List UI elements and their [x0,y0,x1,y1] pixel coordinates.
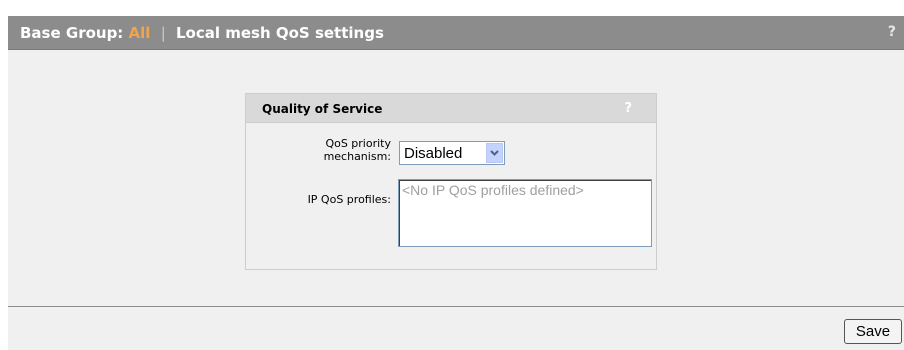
main-content: Quality of Service ? QoS priority mechan… [8,50,904,306]
ip-qos-profiles-label: IP QoS profiles: [307,193,391,206]
base-group-value[interactable]: All [129,24,151,42]
ip-qos-profiles-list[interactable]: <No IP QoS profiles defined> [398,179,652,247]
qos-priority-label-line2: mechanism: [323,150,391,163]
page-title-text: Local mesh QoS settings [175,24,384,42]
page-footer: Save [8,307,904,350]
title-separator: | [160,24,166,42]
qos-panel-title: Quality of Service [262,102,383,116]
page-frame: Base Group: All | Local mesh QoS setting… [8,8,904,350]
page-help-icon[interactable]: ? [888,24,896,40]
qos-priority-value: Disabled [404,145,463,162]
base-group-label: Base Group: [20,24,124,42]
page-header: Base Group: All | Local mesh QoS setting… [8,16,904,50]
qos-priority-label: QoS priority mechanism: [246,137,391,163]
qos-panel-header: Quality of Service ? [246,94,656,123]
chevron-down-icon[interactable] [486,143,503,163]
qos-priority-label-line1: QoS priority [325,137,391,150]
qos-help-icon[interactable]: ? [624,101,632,116]
page-title: Base Group: All | Local mesh QoS setting… [20,24,384,42]
qos-priority-select[interactable]: Disabled [399,141,505,165]
save-button[interactable]: Save [844,319,902,344]
qos-panel: Quality of Service ? QoS priority mechan… [245,93,657,270]
ip-qos-profiles-placeholder: <No IP QoS profiles defined> [402,182,584,198]
